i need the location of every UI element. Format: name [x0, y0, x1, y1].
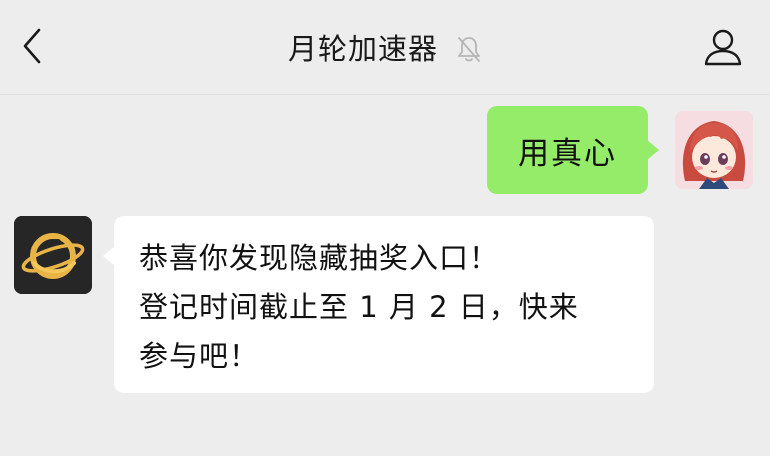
chat-title: 月轮加速器	[287, 32, 438, 66]
incoming-message-line: 参与吧！	[139, 339, 260, 373]
incoming-message-bubble[interactable]: 恭喜你发现隐藏抽奖入口！ 登记时间截止至 1 月 2 日，快来 参与吧！	[103, 216, 654, 393]
chat-header: 月轮加速器	[0, 0, 770, 95]
outgoing-message-bubble[interactable]: 用真心	[487, 106, 659, 194]
user-avatar[interactable]	[675, 111, 753, 189]
incoming-message-line: 恭喜你发现隐藏抽奖入口！	[139, 241, 500, 275]
person-icon	[704, 29, 742, 66]
title-wrap: 月轮加速器	[0, 24, 770, 70]
chat-info-button[interactable]	[702, 26, 744, 68]
official-account-avatar[interactable]	[14, 216, 92, 294]
bell-slash-icon	[458, 37, 480, 62]
outgoing-message-text: 用真心	[518, 135, 617, 172]
moon-planet-logo-icon	[14, 216, 92, 294]
incoming-message-line: 登记时间截止至 1 月 2 日，快来	[139, 290, 579, 324]
anime-girl-avatar-image	[675, 111, 753, 189]
